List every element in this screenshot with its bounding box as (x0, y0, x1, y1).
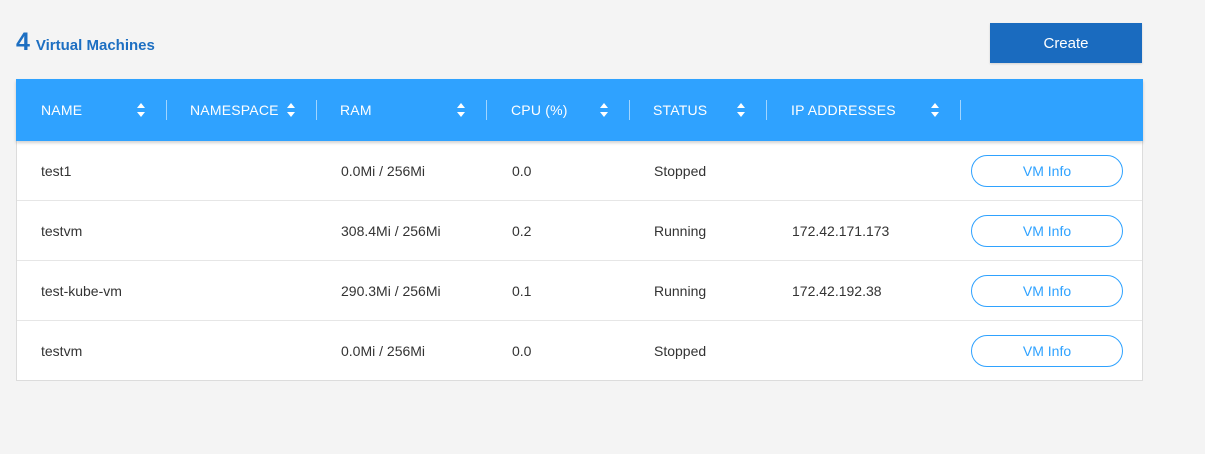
vm-status: Running (654, 223, 707, 239)
table-row: test-kube-vm 290.3Mi / 256Mi 0.1 Running… (17, 261, 1142, 321)
vm-name: testvm (41, 223, 83, 239)
table-row: testvm 0.0Mi / 256Mi 0.0 Stopped VM Info (17, 321, 1142, 381)
column-header-label: NAME (41, 102, 83, 118)
vm-ram: 0.0Mi / 256Mi (341, 163, 426, 179)
page-title: Virtual Machines (35, 37, 155, 54)
vm-info-button[interactable]: VM Info (971, 335, 1123, 367)
sort-icon[interactable] (456, 102, 466, 118)
vm-ram: 0.0Mi / 256Mi (341, 343, 426, 359)
column-header-label: IP ADDRESSES (791, 102, 896, 118)
vm-table: NAME NAMESPACE RAM CPU (%) STATUS IP ADD… (16, 79, 1143, 381)
column-header-label: NAMESPACE (190, 102, 279, 118)
column-header-label: CPU (%) (511, 102, 568, 118)
create-button[interactable]: Create (990, 23, 1142, 63)
sort-icon[interactable] (599, 102, 609, 118)
vm-ram: 290.3Mi / 256Mi (341, 283, 441, 299)
table-row: test1 0.0Mi / 256Mi 0.0 Stopped VM Info (17, 141, 1142, 201)
vm-name: test-kube-vm (41, 283, 122, 299)
column-header-ram[interactable]: RAM (340, 79, 372, 141)
column-header-label: RAM (340, 102, 372, 118)
sort-icon[interactable] (736, 102, 746, 118)
vm-status: Running (654, 283, 707, 299)
sort-icon[interactable] (930, 102, 940, 118)
vm-cpu: 0.2 (512, 223, 532, 239)
column-header-status[interactable]: STATUS (653, 79, 707, 141)
column-header-name[interactable]: NAME (41, 79, 82, 141)
column-divider (486, 100, 487, 120)
table-header: NAME NAMESPACE RAM CPU (%) STATUS IP ADD… (16, 79, 1143, 141)
vm-ram: 308.4Mi / 256Mi (341, 223, 441, 239)
vm-status: Stopped (654, 343, 707, 359)
column-header-namespace[interactable]: NAMESPACE (190, 79, 279, 141)
vm-cpu: 0.0 (512, 163, 532, 179)
column-header-label: STATUS (653, 102, 708, 118)
column-divider (960, 100, 961, 120)
vm-info-button[interactable]: VM Info (971, 215, 1123, 247)
sort-icon[interactable] (136, 102, 146, 118)
vm-status: Stopped (654, 163, 707, 179)
table-row: testvm 308.4Mi / 256Mi 0.2 Running 172.4… (17, 201, 1142, 261)
column-divider (316, 100, 317, 120)
vm-info-button[interactable]: VM Info (971, 275, 1123, 307)
page-header: 4 Virtual Machines (16, 28, 155, 57)
vm-ip-address: 172.42.192.38 (792, 283, 882, 299)
vm-name: test1 (41, 163, 72, 179)
column-divider (629, 100, 630, 120)
vm-name: testvm (41, 343, 83, 359)
vm-cpu: 0.1 (512, 283, 532, 299)
column-divider (766, 100, 767, 120)
column-header-ip-addresses[interactable]: IP ADDRESSES (791, 79, 896, 141)
vm-info-button[interactable]: VM Info (971, 155, 1123, 187)
vm-count: 4 (16, 28, 30, 56)
vm-cpu: 0.0 (512, 343, 532, 359)
vm-ip-address: 172.42.171.173 (792, 223, 890, 239)
column-header-cpu[interactable]: CPU (%) (511, 79, 568, 141)
column-divider (166, 100, 167, 120)
sort-icon[interactable] (286, 102, 296, 118)
